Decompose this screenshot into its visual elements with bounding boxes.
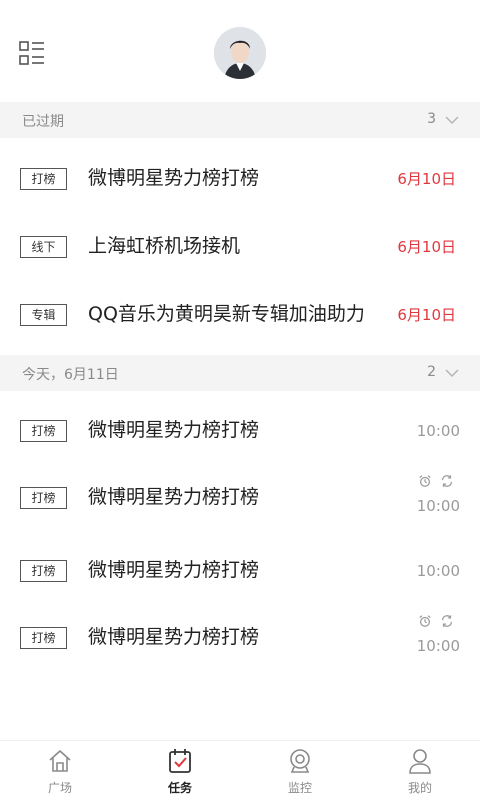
nav-label: 监控 <box>287 781 312 795</box>
task-title: 微博明星势力榜打榜 <box>88 559 260 581</box>
task-tag: 打榜 <box>20 560 67 582</box>
task-title: 微博明星势力榜打榜 <box>88 626 260 648</box>
repeat-icon <box>442 615 452 627</box>
task-tag: 打榜 <box>20 420 67 442</box>
task-tag: 打榜 <box>20 487 67 509</box>
task-tag: 打榜 <box>20 168 67 190</box>
nav-tab-tasks[interactable]: 任务 <box>120 741 240 800</box>
bottom-nav: 广场 任务 监控 我的 <box>0 740 480 800</box>
task-title: 上海虹桥机场接机 <box>88 235 241 257</box>
section-count: 2 <box>427 364 436 380</box>
chevron-down-icon <box>445 369 459 378</box>
task-time: 10:00 <box>416 637 460 655</box>
task-title: 微博明星势力榜打榜 <box>88 486 260 508</box>
task-row[interactable]: 打榜 微博明星势力榜打榜 6月10日 <box>0 151 480 207</box>
task-date: 6月10日 <box>397 238 456 256</box>
nav-tab-mine[interactable]: 我的 <box>360 741 480 800</box>
task-row[interactable]: 打榜 微博明星势力榜打榜 10:00 <box>0 403 480 459</box>
task-date: 6月10日 <box>397 170 456 188</box>
top-bar <box>0 0 480 102</box>
menu-icon[interactable] <box>18 40 46 68</box>
alarm-icon <box>419 475 431 487</box>
task-row[interactable]: 打榜 微博明星势力榜打榜 10:00 <box>0 543 480 599</box>
avatar[interactable] <box>214 27 266 79</box>
task-date: 6月10日 <box>397 306 456 324</box>
section-title: 今天，6月11日 <box>22 367 119 383</box>
profile-icon <box>409 749 431 774</box>
nav-label: 我的 <box>407 781 432 795</box>
task-icon <box>169 749 191 773</box>
nav-tab-square[interactable]: 广场 <box>0 741 120 800</box>
repeat-icon <box>442 475 452 487</box>
task-row[interactable]: 打榜 微博明星势力榜打榜 10:00 <box>0 610 480 666</box>
alarm-icon <box>419 615 431 627</box>
task-time: 10:00 <box>416 422 460 440</box>
task-time: 10:00 <box>416 562 460 580</box>
task-tag: 线下 <box>20 236 67 258</box>
camera-icon <box>290 749 310 773</box>
task-title: 微博明星势力榜打榜 <box>88 167 260 189</box>
section-header-today[interactable]: 今天，6月11日 2 <box>0 355 480 391</box>
nav-tab-monitor[interactable]: 监控 <box>240 741 360 800</box>
nav-label: 广场 <box>47 781 72 795</box>
task-tag: 专辑 <box>20 304 67 326</box>
section-title: 已过期 <box>22 114 64 130</box>
task-tag: 打榜 <box>20 627 67 649</box>
home-icon <box>49 750 71 772</box>
nav-label: 任务 <box>167 781 192 795</box>
task-row[interactable]: 专辑 QQ音乐为黄明昊新专辑加油助力 6月10日 <box>0 287 480 343</box>
task-title: 微博明星势力榜打榜 <box>88 419 260 441</box>
task-row[interactable]: 线下 上海虹桥机场接机 6月10日 <box>0 219 480 275</box>
task-row[interactable]: 打榜 微博明星势力榜打榜 10:00 <box>0 470 480 526</box>
section-header-expired[interactable]: 已过期 3 <box>0 102 480 138</box>
chevron-down-icon <box>445 116 459 125</box>
task-title: QQ音乐为黄明昊新专辑加油助力 <box>88 303 365 325</box>
section-count: 3 <box>427 111 436 127</box>
task-time: 10:00 <box>416 497 460 515</box>
